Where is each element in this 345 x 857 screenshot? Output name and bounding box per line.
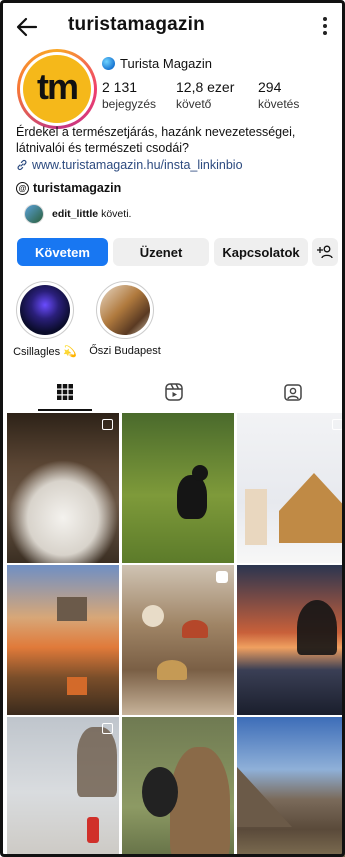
- bio-link[interactable]: www.turistamagazin.hu/insta_linkinbio: [16, 158, 243, 172]
- grid-icon[interactable]: [55, 382, 75, 402]
- profile-bio: Érdekel a természetjárás, hazánk nevezet…: [16, 124, 336, 156]
- highlight-cover: [100, 285, 150, 335]
- reels-badge-icon: [216, 571, 228, 583]
- carousel-icon: [332, 419, 343, 430]
- stat-posts-value: 2 131: [102, 79, 138, 95]
- threads-icon: @: [16, 181, 29, 195]
- post-tile[interactable]: [7, 413, 119, 563]
- avatar[interactable]: tm: [17, 49, 97, 129]
- post-tile[interactable]: [237, 717, 345, 857]
- add-user-button[interactable]: [312, 238, 338, 266]
- highlight-caption: Csillagles 💫: [13, 346, 77, 358]
- post-tile[interactable]: [122, 565, 234, 715]
- mutual-avatar: [24, 204, 44, 224]
- message-button[interactable]: Üzenet: [113, 238, 209, 266]
- link-icon: [17, 159, 27, 171]
- follow-button[interactable]: Követem: [17, 238, 108, 266]
- stat-followers[interactable]: 12,8 ezer követő: [176, 79, 234, 111]
- mutual-username: edit_little: [52, 208, 99, 220]
- stat-followers-label: követő: [176, 97, 212, 111]
- kebab-menu-icon[interactable]: [321, 15, 329, 37]
- highlight-csillagles[interactable]: Csillagles 💫: [13, 281, 77, 358]
- contacts-button[interactable]: Kapcsolatok: [214, 238, 308, 266]
- display-name: Turista Magazin: [102, 56, 212, 71]
- profile-username: turistamagazin: [68, 14, 205, 35]
- post-tile[interactable]: [122, 717, 234, 857]
- post-tile[interactable]: [237, 565, 345, 715]
- highlight-oszi-budapest[interactable]: Őszi Budapest: [89, 281, 161, 357]
- carousel-icon: [102, 723, 113, 734]
- mutual-followers[interactable]: edit_little követi.: [24, 204, 131, 224]
- highlight-cover: [20, 285, 70, 335]
- bio-line: Érdekel a természetjárás, hazánk nevezet…: [16, 125, 296, 139]
- carousel-icon: [102, 419, 113, 430]
- threads-handle: turistamagazin: [33, 181, 122, 195]
- person-add-icon: [317, 245, 333, 259]
- profile-tabs: [0, 372, 345, 412]
- mutual-text: követi.: [101, 208, 132, 220]
- highlight-caption: Őszi Budapest: [89, 345, 161, 357]
- post-tile[interactable]: [122, 413, 234, 563]
- bio-line: látnivalói és természeti csodái?: [16, 141, 189, 155]
- stat-posts[interactable]: 2 131 bejegyzés: [102, 79, 156, 111]
- stat-following[interactable]: 294 követés: [258, 79, 299, 111]
- reels-icon[interactable]: [164, 382, 184, 402]
- post-tile[interactable]: [7, 565, 119, 715]
- post-tile[interactable]: [7, 717, 119, 857]
- top-bar: turistamagazin: [0, 0, 345, 54]
- display-name-text: Turista Magazin: [120, 56, 212, 71]
- globe-icon: [102, 57, 115, 70]
- tagged-icon[interactable]: [283, 382, 303, 402]
- avatar-logo-text: tm: [37, 66, 79, 107]
- stat-followers-value: 12,8 ezer: [176, 79, 235, 95]
- arrow-left-icon[interactable]: [14, 14, 40, 40]
- post-tile[interactable]: [237, 413, 345, 563]
- active-tab-indicator: [38, 409, 92, 411]
- stat-following-value: 294: [258, 79, 282, 95]
- bio-link-text[interactable]: www.turistamagazin.hu/insta_linkinbio: [32, 158, 243, 172]
- stat-following-label: követés: [258, 97, 300, 111]
- stat-posts-label: bejegyzés: [102, 97, 157, 111]
- threads-badge[interactable]: @ turistamagazin: [16, 181, 121, 195]
